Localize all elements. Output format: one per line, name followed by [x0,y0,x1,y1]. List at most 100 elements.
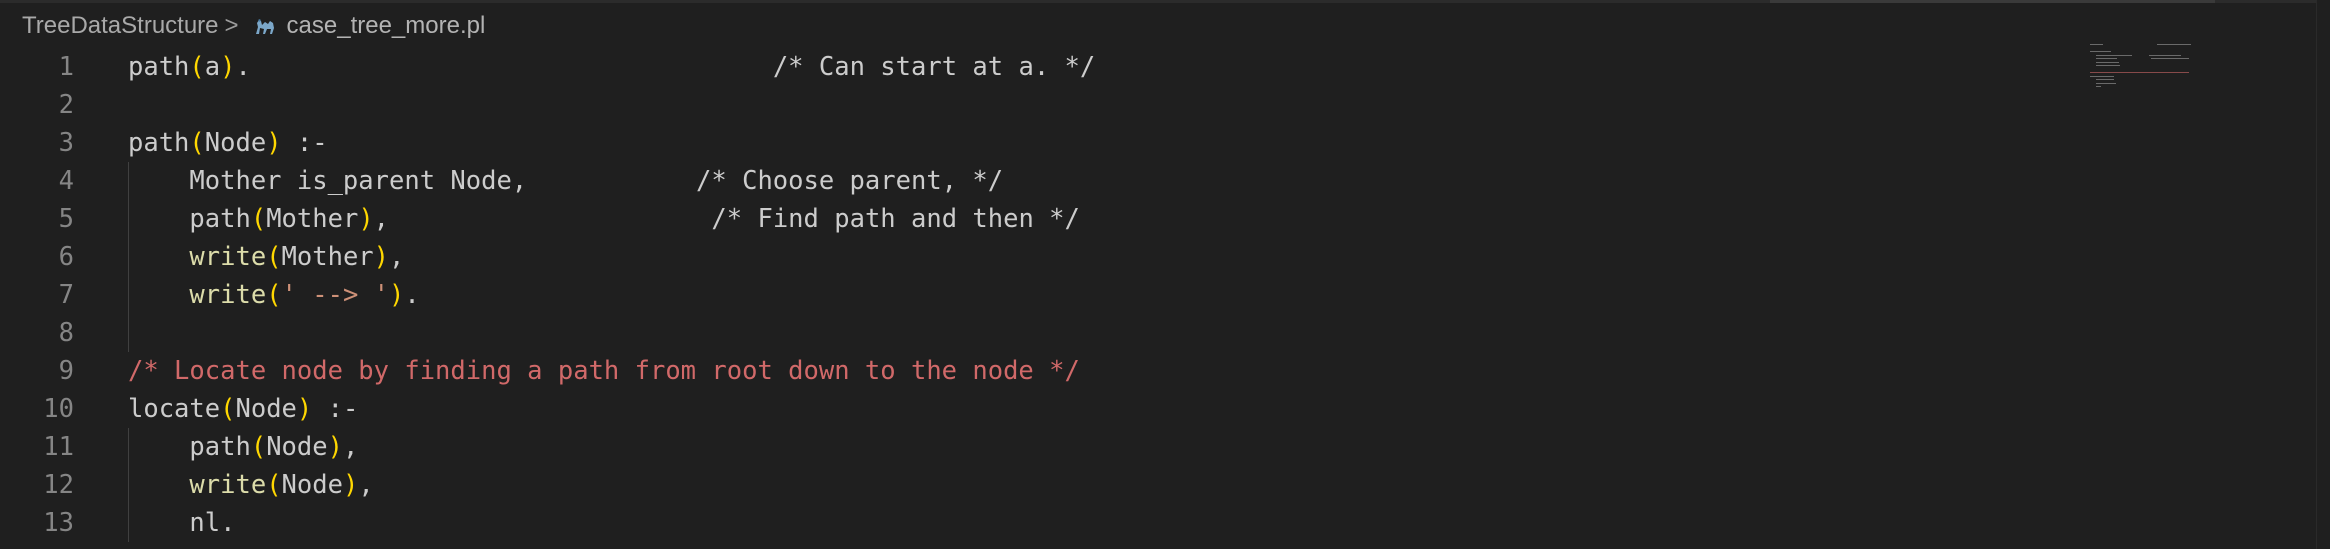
scrollbar-thumb[interactable] [1770,0,2215,3]
code-token: ( [189,52,205,82]
code-line[interactable]: 3 path(Node) :- [0,124,2080,162]
code-area[interactable]: 1 path(a). /* Can start at a. */2 3 path(No… [0,47,2080,549]
line-number: 7 [58,280,74,310]
minimap-line [2096,79,2114,80]
code-token: Node [235,394,297,424]
code-token: . [404,280,420,310]
code-token: path [128,52,190,82]
code-token: path [128,432,251,462]
line-number: 11 [43,432,74,462]
code-token: ) [327,432,343,462]
minimap-line [2090,72,2190,73]
code-token: write [189,242,267,272]
line-number: 13 [43,508,74,538]
minimap-line [2096,65,2121,66]
code-token: :- [281,128,328,158]
indent-guide [128,162,129,352]
line-number: 5 [58,204,74,234]
breadcrumb-folder[interactable]: TreeDataStructure [22,12,219,40]
code-token: path [128,128,190,158]
code-editor[interactable]: TreeDataStructure > case_tree_more.pl 1 p… [0,0,2330,549]
code-token: path [128,204,251,234]
code-line[interactable]: 6 write(Mother), [0,238,2080,276]
code-text[interactable]: path(Node) :- [128,124,328,162]
vertical-scrollbar[interactable] [2316,0,2330,549]
code-token: ( [266,242,282,272]
code-line[interactable]: 4 Mother is_parent Node, /* Choose paren… [0,162,2080,200]
horizontal-scrollbar[interactable] [0,0,2330,3]
line-number: 3 [58,128,74,158]
code-text[interactable]: write(' --> '). [128,276,420,314]
code-token: write [189,280,267,310]
code-token: ) [266,128,282,158]
code-text[interactable]: /* Locate node by finding a path from ro… [128,352,1080,390]
code-line[interactable]: 13 nl. [0,504,2080,542]
minimap-line [2090,44,2103,45]
line-number: 6 [58,242,74,272]
code-token: ) [389,280,405,310]
code-token: :- [312,394,359,424]
line-number: 10 [43,394,74,424]
code-line[interactable]: 2 [0,86,2080,124]
code-token: Node [204,128,267,158]
code-line[interactable]: 1 path(a). /* Can start at a. */ [0,48,2080,86]
code-token: . /* Can start at a. */ [235,52,1096,82]
code-token: ) [342,470,359,500]
code-token: ( [266,280,282,310]
code-text[interactable]: path(a). /* Can start at a. */ [128,48,1095,86]
code-text[interactable]: path(Mother), /* Find path and then */ [128,200,1080,238]
minimap-line [2096,54,2132,56]
code-text[interactable]: path(Node), [128,428,358,466]
code-token: Mother [266,204,359,234]
code-token: Node [266,432,328,462]
code-token: ) [373,242,390,272]
code-text[interactable]: Mother is_parent Node, /* Choose parent,… [128,162,1003,200]
code-token: ( [189,128,205,158]
code-token: ( [250,204,267,234]
line-number: 12 [43,470,74,500]
code-token: , [342,432,359,462]
minimap-line [2157,44,2191,45]
code-token: /* Locate node by finding a path from ro… [128,356,1080,386]
code-text[interactable]: write(Node), [128,466,374,504]
code-token: nl. [128,508,236,538]
minimap[interactable] [2090,44,2230,94]
code-text[interactable]: nl. [128,504,235,542]
code-token: , [389,242,405,272]
code-token: a [204,52,221,82]
code-line[interactable]: 12 write(Node), [0,466,2080,504]
code-token: ( [250,432,267,462]
minimap-line [2096,61,2119,63]
code-text[interactable]: locate(Node) :- [128,390,358,428]
camel-icon [251,12,279,40]
code-token: write [189,470,267,500]
code-token: Mother [281,242,374,272]
code-line[interactable]: 7 write(' --> '). [0,276,2080,314]
line-number: 8 [58,318,74,348]
code-line[interactable]: 10 locate(Node) :- [0,390,2080,428]
minimap-line [2150,58,2190,59]
code-token: ' --> ' [281,280,390,310]
minimap-line [2090,75,2114,77]
code-line[interactable]: 11 path(Node), [0,428,2080,466]
code-token: ) [296,394,313,424]
breadcrumb-file[interactable]: case_tree_more.pl [287,12,486,40]
code-token: ( [220,394,236,424]
code-line[interactable]: 5 path(Mother), /* Find path and then */ [0,200,2080,238]
minimap-line [2090,51,2111,52]
code-line[interactable]: 9 /* Locate node by finding a path from r… [0,352,2080,390]
code-token: ( [266,470,282,500]
code-token: locate [128,394,221,424]
code-token: Node [281,470,343,500]
code-token: , [358,470,374,500]
code-line[interactable]: 8 [0,314,2080,352]
code-token: , /* Find path and then */ [373,204,1080,234]
line-number: 9 [58,356,74,386]
breadcrumb: TreeDataStructure > case_tree_more.pl [22,10,485,42]
code-text[interactable]: write(Mother), [128,238,404,276]
line-number: 4 [58,166,74,196]
line-number: 2 [58,90,74,120]
